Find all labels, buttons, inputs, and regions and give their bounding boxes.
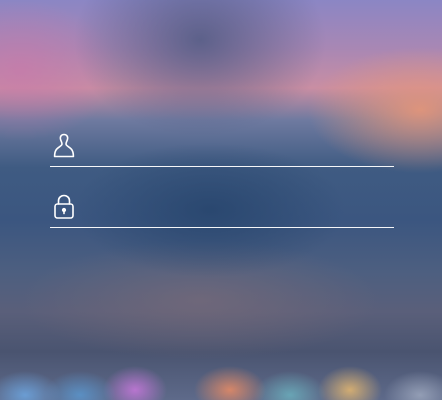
username-field[interactable] <box>50 126 394 167</box>
blurred-dock <box>0 340 442 400</box>
lock-icon <box>52 193 76 221</box>
login-screen <box>0 0 442 400</box>
password-input[interactable] <box>90 193 394 221</box>
password-field[interactable] <box>50 187 394 228</box>
username-input[interactable] <box>90 132 394 160</box>
user-icon <box>52 132 76 160</box>
